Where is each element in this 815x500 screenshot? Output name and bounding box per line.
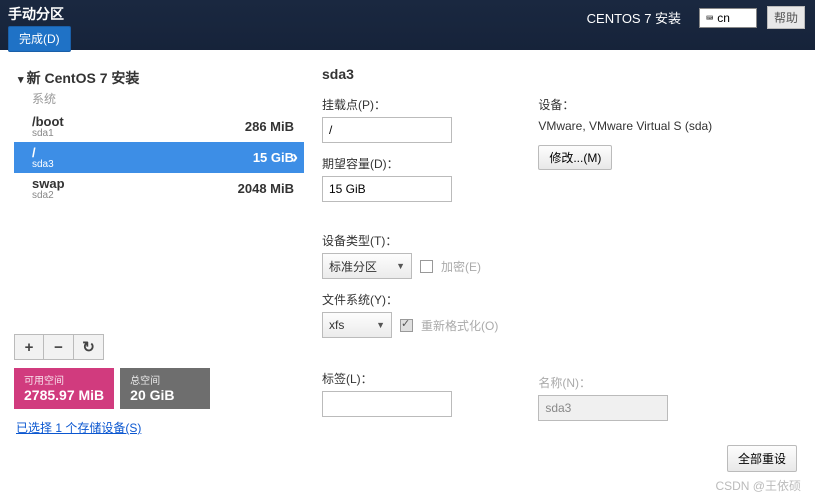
label-field-label: 标签(L)： (322, 370, 498, 387)
label-input[interactable] (322, 391, 452, 417)
main-content: 新 CentOS 7 安装 系统 /boot sda1 286 MiB / sd… (0, 50, 815, 436)
device-type-label: 设备类型(T)： (322, 232, 498, 249)
installer-title: CENTOS 7 安装 (587, 8, 681, 27)
total-space-box: 总空间 20 GiB (120, 368, 210, 409)
device-type-select[interactable]: 标准分区 ▼ (322, 253, 412, 279)
partition-name: swap (32, 176, 65, 191)
topbar-right: CENTOS 7 安装 ⌨ cn 帮助 (587, 6, 805, 29)
partition-size: 286 MiB (245, 119, 294, 134)
total-space-value: 20 GiB (130, 387, 200, 403)
partition-tree-panel: 新 CentOS 7 安装 系统 /boot sda1 286 MiB / sd… (14, 64, 304, 436)
free-space-box: 可用空间 2785.97 MiB (14, 368, 114, 409)
help-button[interactable]: 帮助 (767, 6, 805, 29)
name-field-label: 名称(N)： (538, 374, 712, 391)
partition-device: sda1 (32, 128, 64, 139)
partition-size: 2048 MiB (238, 181, 294, 196)
reload-button[interactable]: ↻ (74, 334, 104, 360)
topbar-left: 手动分区 完成(D) (0, 0, 71, 52)
filesystem-value: xfs (329, 318, 344, 332)
filesystem-select[interactable]: xfs ▼ (322, 312, 392, 338)
storage-devices-link[interactable]: 已选择 1 个存储设备(S) (14, 419, 304, 436)
done-button[interactable]: 完成(D) (8, 26, 71, 52)
partition-device: sda3 (32, 159, 54, 170)
partition-details-panel: sda3 挂载点(P)： 期望容量(D)： 设备类型(T)： 标准分区 (322, 64, 801, 436)
mountpoint-label: 挂载点(P)： (322, 96, 498, 113)
modify-device-button[interactable]: 修改...(M) (538, 145, 612, 170)
encrypt-checkbox[interactable] (420, 260, 433, 273)
add-partition-button[interactable]: + (14, 334, 44, 360)
partition-device: sda2 (32, 190, 65, 201)
desired-capacity-input[interactable] (322, 176, 452, 202)
keyboard-layout-selector[interactable]: ⌨ cn (699, 8, 757, 28)
free-space-label: 可用空间 (24, 372, 104, 387)
page-title: 手动分区 (8, 4, 71, 24)
partition-row-root[interactable]: / sda3 15 GiB (14, 142, 304, 173)
tree-system-label: 系统 (14, 90, 304, 111)
device-type-value: 标准分区 (329, 258, 377, 275)
space-summary: 可用空间 2785.97 MiB 总空间 20 GiB (14, 368, 304, 409)
watermark: CSDN @王依硕 (715, 477, 801, 494)
partition-action-buttons: + − ↻ (14, 334, 304, 360)
partition-name: /boot (32, 114, 64, 129)
details-title: sda3 (322, 66, 801, 82)
filesystem-label: 文件系统(Y)： (322, 291, 498, 308)
partition-size: 15 GiB (253, 150, 294, 165)
device-header-label: 设备： (538, 96, 712, 113)
topbar: 手动分区 完成(D) CENTOS 7 安装 ⌨ cn 帮助 (0, 0, 815, 50)
details-right-column: 设备： VMware, VMware Virtual S (sda) 修改...… (538, 96, 712, 433)
partition-row-boot[interactable]: /boot sda1 286 MiB (14, 111, 304, 142)
reformat-checkbox[interactable] (400, 319, 413, 332)
device-description: VMware, VMware Virtual S (sda) (538, 117, 712, 135)
partition-row-swap[interactable]: swap sda2 2048 MiB (14, 173, 304, 204)
keyboard-icon: ⌨ (706, 11, 713, 25)
mountpoint-input[interactable] (322, 117, 452, 143)
keyboard-layout-value: cn (717, 11, 730, 25)
details-left-column: 挂载点(P)： 期望容量(D)： 设备类型(T)： 标准分区 ▼ (322, 96, 498, 433)
reformat-label: 重新格式化(O) (421, 317, 498, 334)
desired-capacity-label: 期望容量(D)： (322, 155, 498, 172)
reload-icon: ↻ (82, 338, 95, 356)
name-input (538, 395, 668, 421)
chevron-down-icon: ▼ (396, 261, 405, 271)
total-space-label: 总空间 (130, 372, 200, 387)
reset-all-button[interactable]: 全部重设 (727, 445, 797, 472)
free-space-value: 2785.97 MiB (24, 387, 104, 403)
partition-name: / (32, 145, 54, 160)
tree-header[interactable]: 新 CentOS 7 安装 (14, 64, 304, 90)
chevron-down-icon: ▼ (376, 320, 385, 330)
encrypt-label: 加密(E) (441, 258, 481, 275)
remove-partition-button[interactable]: − (44, 334, 74, 360)
